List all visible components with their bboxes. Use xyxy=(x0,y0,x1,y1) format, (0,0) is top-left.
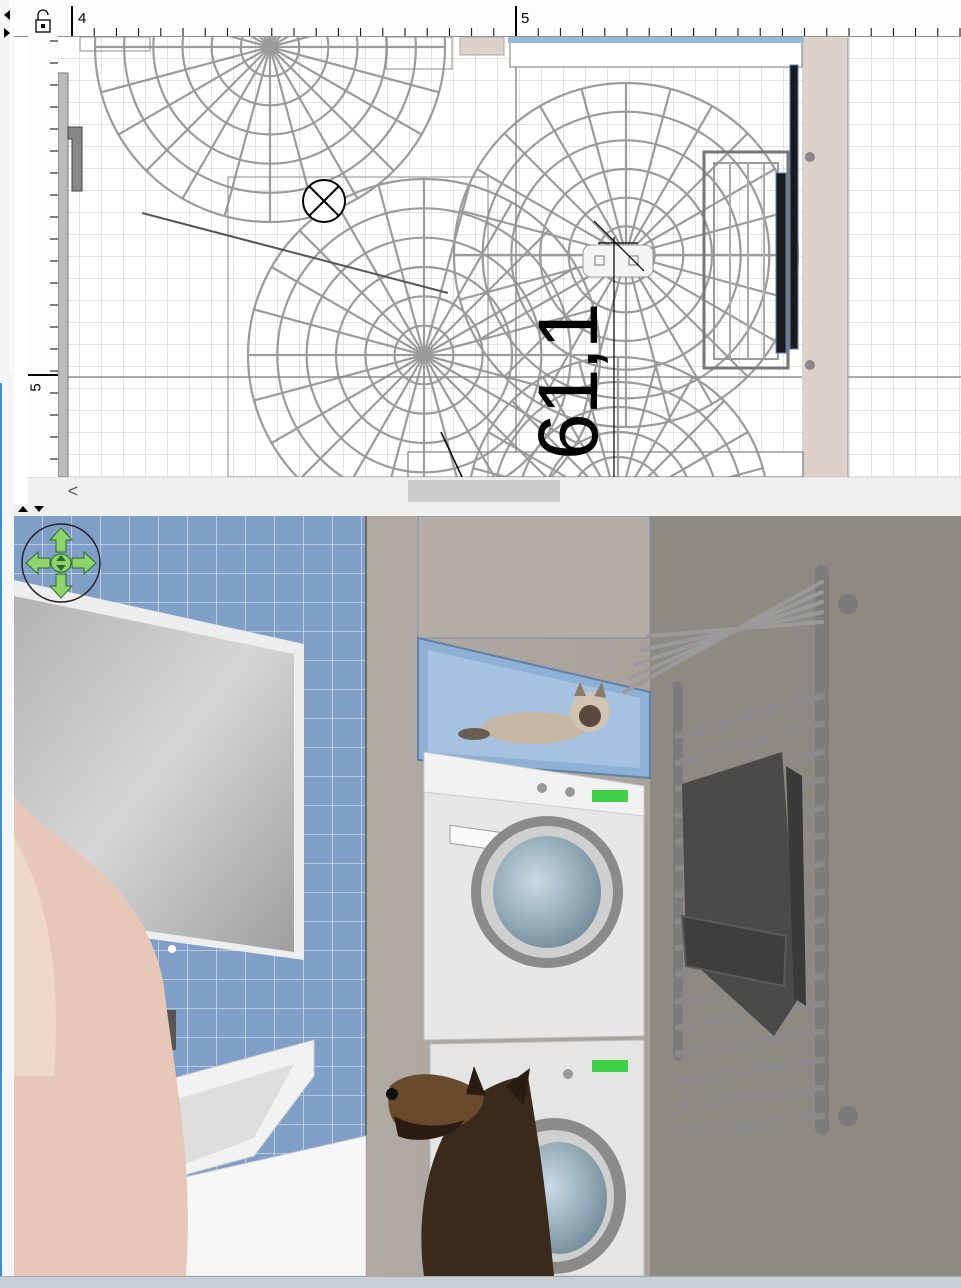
ruler-corner xyxy=(28,6,58,36)
lock-icon[interactable] xyxy=(28,6,58,36)
light-fixture-symbol[interactable] xyxy=(302,179,346,223)
splitter-down-arrow-icon[interactable] xyxy=(34,506,44,512)
scroll-left-button[interactable]: < xyxy=(62,480,84,502)
ruler-label-5: 5 xyxy=(521,10,530,27)
window-outline[interactable] xyxy=(508,37,804,43)
status-bar xyxy=(0,1276,961,1288)
navigator-graphic xyxy=(21,523,101,603)
mirror-outline[interactable] xyxy=(58,72,69,477)
dimension-label[interactable]: 61,1 xyxy=(520,305,617,461)
3d-scene xyxy=(14,516,961,1276)
floor-plan-canvas[interactable] xyxy=(58,37,961,477)
vertical-ruler-ticks xyxy=(28,40,58,460)
socket-symbol[interactable] xyxy=(582,244,654,278)
horizontal-ruler[interactable]: 4 5 xyxy=(14,6,961,37)
pane-divider-line-blue xyxy=(0,383,2,1276)
chevron-left-icon: < xyxy=(67,481,79,501)
horizontal-scrollbar[interactable]: < xyxy=(28,477,961,504)
wall-segment[interactable] xyxy=(802,37,848,477)
ruler-label-left-5: 5 xyxy=(27,383,45,392)
vertical-ruler[interactable]: 5 xyxy=(28,36,59,476)
horizontal-ruler-ticks xyxy=(71,6,961,36)
3d-view-pane[interactable] xyxy=(14,516,961,1276)
plan-view-pane[interactable]: 4 5 5 61,1 < xyxy=(14,0,961,505)
splitter-up-arrow-icon[interactable] xyxy=(18,506,28,512)
scrollbar-thumb[interactable] xyxy=(408,480,560,502)
navigation-compass-icon[interactable] xyxy=(20,522,102,604)
pane-splitter[interactable] xyxy=(14,504,961,516)
left-toolbar-strip xyxy=(0,0,15,1287)
washing-machine-top xyxy=(423,751,645,1041)
pane-divider-line xyxy=(10,0,12,370)
ruler-label-4: 4 xyxy=(78,10,87,27)
